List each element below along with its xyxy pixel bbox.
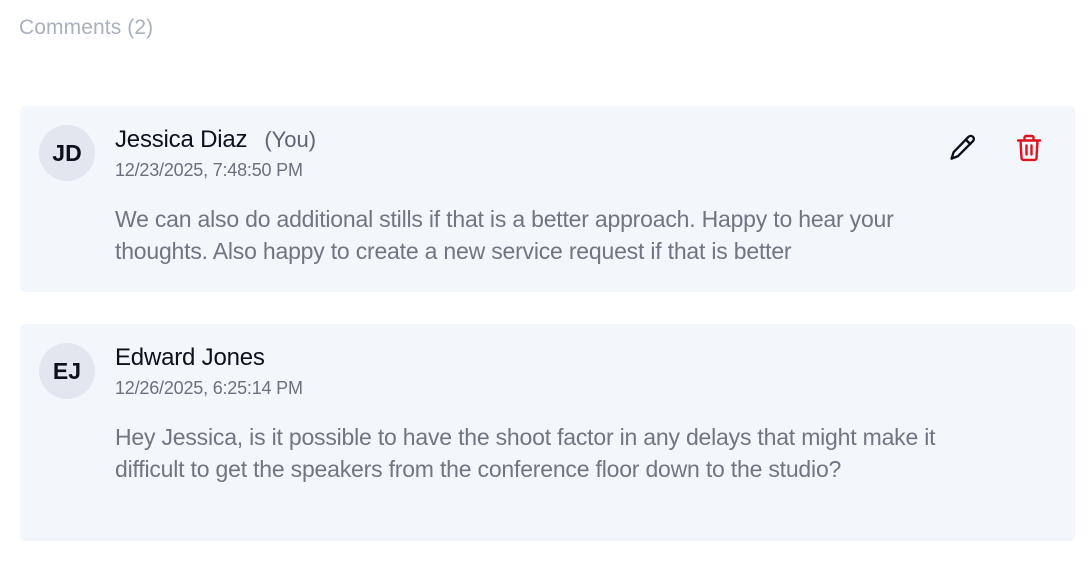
comments-page: Comments (2) JD Jessica Diaz (You) 12/23… [0,0,1092,581]
comment-card: EJ Edward Jones 12/26/2025, 6:25:14 PM H… [20,324,1075,541]
comment-card: JD Jessica Diaz (You) 12/23/2025, 7:48:5… [20,106,1075,292]
comments-heading: Comments (2) [19,16,154,39]
avatar: EJ [39,343,95,399]
comment-body: Hey Jessica, is it possible to have the … [115,424,936,482]
you-tag: (You) [264,127,317,152]
edit-comment-button[interactable] [947,132,979,164]
pencil-icon [950,134,975,160]
comment-timestamp: 12/23/2025, 7:48:50 PM [115,160,303,180]
avatar: JD [39,125,95,181]
comment-body: We can also do additional stills if that… [115,206,894,264]
comment-header: Jessica Diaz (You) [115,126,1051,154]
comment-header: Edward Jones [115,344,1051,372]
comments-list: JD Jessica Diaz (You) 12/23/2025, 7:48:5… [20,106,1075,573]
comment-actions [947,132,1045,164]
comment-timestamp: 12/26/2025, 6:25:14 PM [115,378,303,398]
author-name: Edward Jones [115,344,265,371]
trash-icon [1016,134,1042,162]
author-name: Jessica Diaz [115,126,248,153]
delete-comment-button[interactable] [1013,132,1045,164]
